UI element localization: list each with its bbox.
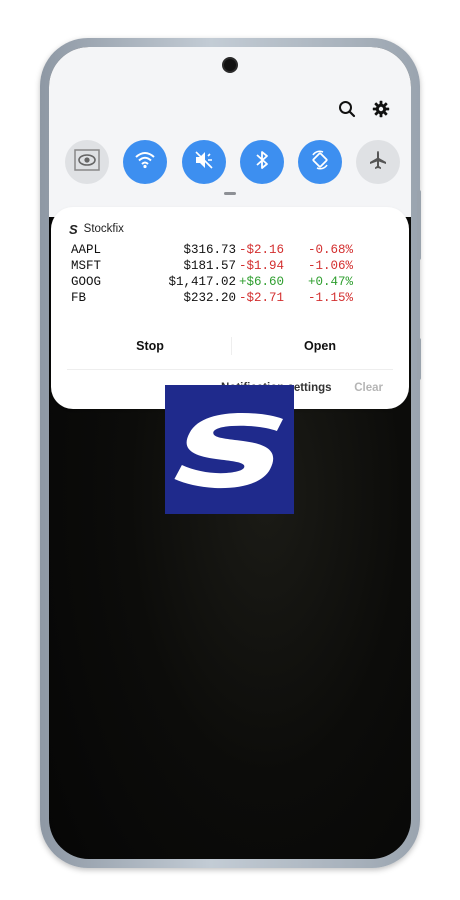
quote-list: AAPL $316.73 -$2.16 -0.68% MSFT $181.57 …	[71, 243, 391, 307]
quote-price: $181.57	[183, 259, 236, 273]
quick-settings-tiles	[65, 140, 400, 184]
quote-price: $232.20	[183, 291, 236, 305]
auto-rotate-toggle[interactable]	[298, 140, 342, 184]
open-button[interactable]: Open	[231, 331, 409, 361]
quote-change: +$6.60	[238, 275, 284, 289]
quote-symbol: MSFT	[71, 259, 102, 273]
quote-percent: +0.47%	[307, 275, 353, 289]
panel-handle[interactable]	[224, 192, 236, 195]
airplane-icon	[368, 150, 388, 175]
stockfix-notification[interactable]: S Stockfix AAPL $316.73 -$2.16 -0.68% MS…	[51, 207, 409, 409]
airplane-mode-toggle[interactable]	[356, 140, 400, 184]
wifi-icon	[134, 151, 156, 174]
quote-change: -$1.94	[238, 259, 284, 273]
app-name: Stockfix	[83, 223, 124, 235]
front-camera	[222, 57, 238, 73]
quote-percent: -0.68%	[307, 243, 353, 257]
quote-symbol: AAPL	[71, 243, 102, 257]
quote-percent: -1.06%	[307, 259, 353, 273]
power-button	[417, 338, 421, 380]
quote-percent: -1.15%	[307, 291, 353, 305]
stockfix-app-icon: S	[69, 221, 78, 237]
quote-row: MSFT $181.57 -$1.94 -1.06%	[71, 259, 391, 275]
quote-symbol: FB	[71, 291, 87, 305]
volume-button	[417, 190, 421, 260]
notification-actions: Stop Open	[51, 331, 409, 361]
bluetooth-icon	[255, 150, 269, 175]
card-divider	[67, 369, 393, 370]
rotate-icon	[309, 149, 331, 176]
stop-button[interactable]: Stop	[61, 331, 239, 361]
quote-row: FB $232.20 -$2.71 -1.15%	[71, 291, 391, 307]
search-icon[interactable]	[337, 99, 357, 119]
vibrate-toggle[interactable]	[182, 140, 226, 184]
quote-row: GOOG $1,417.02 +$6.60 +0.47%	[71, 275, 391, 291]
quote-change: -$2.16	[238, 243, 284, 257]
quote-price: $316.73	[183, 243, 236, 257]
gear-icon[interactable]	[371, 99, 391, 119]
stockfix-logo	[165, 385, 294, 514]
notification-header: S Stockfix	[69, 221, 124, 237]
quick-settings-panel	[49, 47, 411, 217]
vibrate-icon	[193, 150, 215, 175]
clear-button[interactable]: Clear	[354, 382, 383, 394]
quote-price: $1,417.02	[168, 275, 236, 289]
eye-icon	[74, 148, 100, 176]
quote-symbol: GOOG	[71, 275, 102, 289]
quote-row: AAPL $316.73 -$2.16 -0.68%	[71, 243, 391, 259]
quote-change: -$2.71	[238, 291, 284, 305]
eye-comfort-toggle[interactable]	[65, 140, 109, 184]
bluetooth-toggle[interactable]	[240, 140, 284, 184]
wifi-toggle[interactable]	[123, 140, 167, 184]
